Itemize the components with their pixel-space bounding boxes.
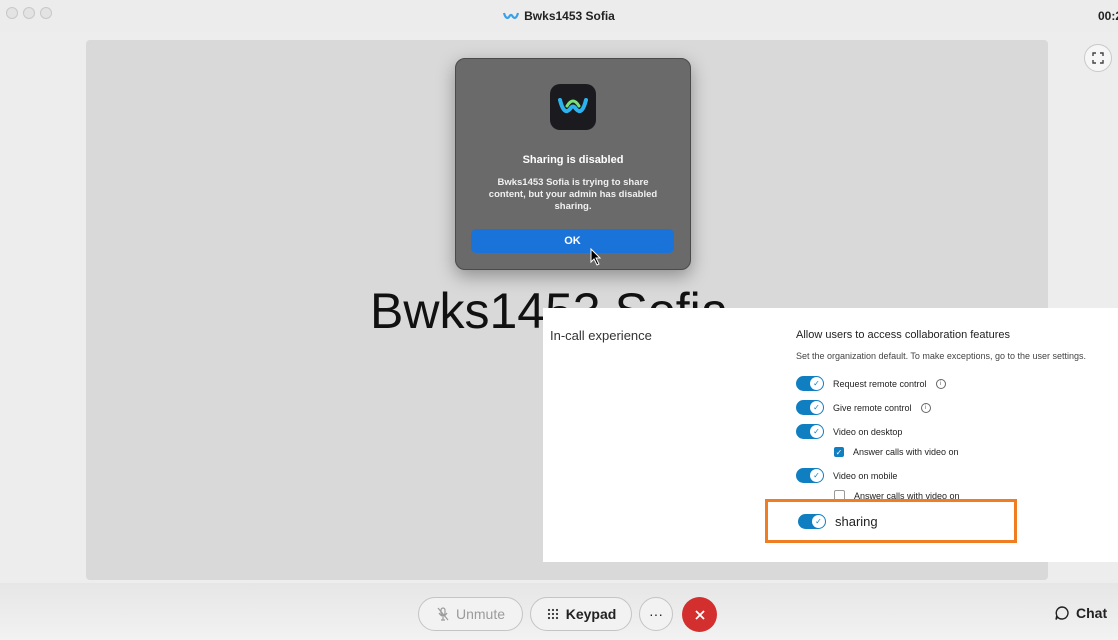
chat-bubble-icon xyxy=(1055,606,1069,620)
ok-button[interactable]: OK xyxy=(471,229,674,253)
fullscreen-button[interactable] xyxy=(1084,44,1112,72)
check-icon: ✓ xyxy=(810,401,823,414)
setting-label: Video on desktop xyxy=(833,426,903,437)
expand-icon xyxy=(1092,52,1104,64)
setting-request-remote-control: ✓ Request remote control i xyxy=(796,376,946,391)
title-bar: Bwks1453 Sofia 00:2 xyxy=(0,0,1118,32)
keypad-button[interactable]: Keypad xyxy=(530,597,632,631)
check-icon: ✓ xyxy=(812,515,825,528)
window-title-text: Bwks1453 Sofia xyxy=(524,9,615,23)
info-icon[interactable]: i xyxy=(935,378,946,389)
setting-label: Answer calls with video on xyxy=(853,447,959,457)
info-icon[interactable]: i xyxy=(920,402,931,413)
mouse-pointer-icon xyxy=(590,248,602,266)
video-on-mobile-toggle[interactable]: ✓ xyxy=(796,468,824,483)
muted-microphone-icon xyxy=(437,607,449,621)
end-call-button[interactable] xyxy=(682,597,717,632)
setting-video-on-desktop: ✓ Video on desktop xyxy=(796,424,902,439)
unmute-label: Unmute xyxy=(455,606,506,622)
webex-logo-icon xyxy=(503,12,520,19)
more-icon: ··· xyxy=(649,606,663,622)
webex-app-icon xyxy=(550,84,596,130)
admin-settings-panel: In-call experience Allow users to access… xyxy=(543,308,1118,562)
settings-heading: Allow users to access collaboration feat… xyxy=(796,329,1010,341)
check-icon: ✓ xyxy=(810,377,823,390)
sharing-disabled-dialog: Sharing is disabled Bwks1453 Sofia is tr… xyxy=(455,58,691,270)
check-icon: ✓ xyxy=(810,469,823,482)
keypad-icon xyxy=(547,608,558,620)
setting-label: sharing xyxy=(835,514,878,529)
setting-label: Request remote control xyxy=(833,378,927,389)
setting-give-remote-control: ✓ Give remote control i xyxy=(796,400,931,415)
call-timer: 00:2 xyxy=(1097,9,1118,23)
request-remote-control-toggle[interactable]: ✓ xyxy=(796,376,824,391)
settings-subtitle: Set the organization default. To make ex… xyxy=(796,351,1087,361)
unmute-button[interactable]: Unmute xyxy=(418,597,523,631)
video-on-desktop-toggle[interactable]: ✓ xyxy=(796,424,824,439)
check-icon: ✓ xyxy=(810,425,823,438)
window-title: Bwks1453 Sofia xyxy=(0,0,1118,32)
answer-video-desktop-checkbox[interactable]: ✓ xyxy=(834,447,844,457)
close-icon xyxy=(694,609,705,620)
setting-sharing: ✓ sharing xyxy=(798,514,878,529)
dialog-message: Bwks1453 Sofia is trying to share conten… xyxy=(488,177,658,212)
section-label: In-call experience xyxy=(550,328,652,343)
setting-label: Give remote control xyxy=(833,402,912,413)
chat-label: Chat xyxy=(1076,605,1108,621)
setting-label: Video on mobile xyxy=(833,470,898,481)
setting-video-on-mobile: ✓ Video on mobile xyxy=(796,468,897,483)
setting-answer-video-desktop: ✓ Answer calls with video on xyxy=(834,447,959,457)
keypad-label: Keypad xyxy=(565,606,617,622)
more-options-button[interactable]: ··· xyxy=(639,597,673,631)
sharing-toggle[interactable]: ✓ xyxy=(798,514,826,529)
dialog-title: Sharing is disabled xyxy=(522,154,624,166)
give-remote-control-toggle[interactable]: ✓ xyxy=(796,400,824,415)
sharing-highlight-box: ✓ sharing xyxy=(765,499,1017,543)
chat-button[interactable]: Chat xyxy=(1054,605,1107,621)
